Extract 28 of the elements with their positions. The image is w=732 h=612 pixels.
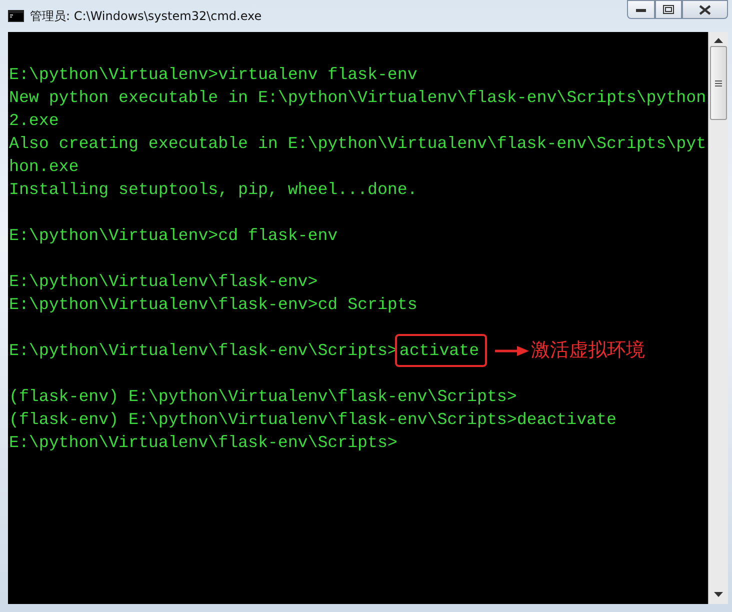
console-line: hon.exe	[9, 156, 79, 178]
console-line: (flask-env) E:\python\Virtualenv\flask-env\Scripts>	[9, 386, 517, 408]
annotation-note: 激活虚拟环境	[531, 339, 646, 362]
console-line: Also creating executable in E:\python\Virtualenv\flask-env\Scripts\pyt	[9, 133, 706, 155]
highlighted-command: activate	[397, 336, 486, 365]
scroll-thumb[interactable]	[710, 46, 727, 120]
console-line: (flask-env) E:\python\Virtualenv\flask-env\Scripts>deactivate	[9, 409, 616, 431]
minimize-icon	[636, 8, 646, 12]
console-line: New python executable in E:\python\Virtualenv\flask-env\Scripts\python	[9, 87, 706, 109]
console-line: Installing setuptools, pip, wheel...done.	[9, 179, 418, 201]
scroll-down-icon[interactable]	[714, 592, 723, 598]
console-line: E:\python\Virtualenv\flask-env>cd Scripts	[9, 294, 418, 316]
window-title: 管理员: C:\Windows\system32\cmd.exe	[30, 8, 262, 24]
console-line: E:\python\Virtualenv>virtualenv flask-env	[9, 64, 418, 86]
console-icon	[8, 10, 24, 22]
close-button[interactable]	[682, 0, 728, 19]
console-line: E:\python\Virtualenv>cd flask-env	[9, 225, 338, 247]
console-line: E:\python\Virtualenv\flask-env>	[9, 271, 318, 293]
console-line: E:\python\Virtualenv\flask-env\Scripts>	[9, 340, 398, 362]
maximize-button[interactable]	[655, 0, 682, 19]
scroll-up-icon[interactable]	[714, 38, 723, 44]
arrow-icon	[495, 344, 530, 356]
minimize-button[interactable]	[627, 0, 655, 19]
close-icon	[699, 4, 711, 14]
maximize-icon	[663, 5, 674, 14]
console-line: E:\python\Virtualenv\flask-env\Scripts>	[9, 432, 398, 454]
console-line: 2.exe	[9, 110, 59, 132]
scrollbar[interactable]	[708, 32, 728, 604]
